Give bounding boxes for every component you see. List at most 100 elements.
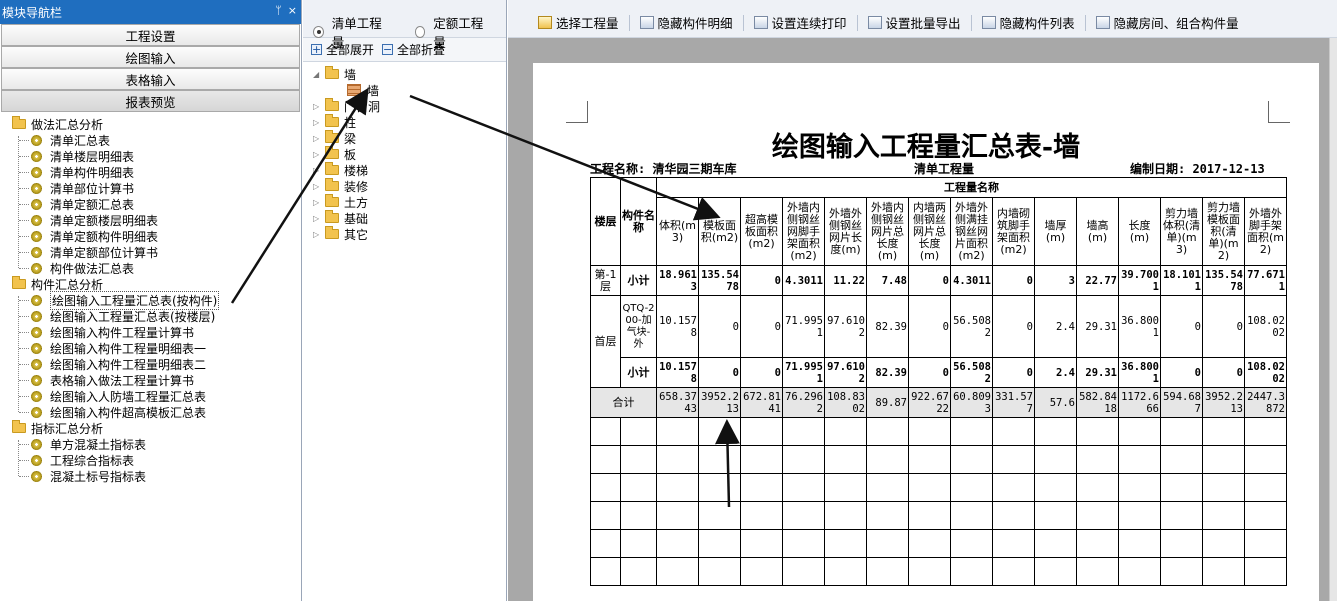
set-batch-export-button[interactable]: 设置批量导出 [867,13,961,32]
empty-cell [1034,417,1077,446]
expanded-arrow-icon[interactable]: ◢ [313,70,323,79]
tree-label: 柱 [344,115,357,130]
tree-node-component[interactable]: ▷ 土方 [303,194,506,210]
quantity-type-bar: 清单工程量 定额工程量 [303,0,506,50]
report-tree-item[interactable]: 清单定额楼层明细表 [0,212,301,228]
tree-node-component[interactable]: ▷ 门窗洞 [303,98,506,114]
col-header-floor: 楼层 [590,177,621,266]
report-tree-item[interactable]: 工程综合指标表 [0,452,301,468]
tree-node-component[interactable]: ▷ 梁 [303,130,506,146]
report-tree-item[interactable]: 清单定额部位计算书 [0,244,301,260]
report-tree-item-label: 混凝土标号指标表 [50,469,147,484]
empty-row [590,501,1287,530]
empty-cell [656,445,699,474]
empty-cell [1202,501,1245,530]
empty-cell [824,529,867,558]
tree-node-wall[interactable]: ◢ 墙 [303,66,506,82]
report-tree-item[interactable]: 清单定额汇总表 [0,196,301,212]
tree-node-component[interactable]: ▷ 其它 [303,226,506,242]
tree-group-header[interactable]: 做法汇总分析 [0,116,301,132]
value-cell: 10.1578 [656,357,699,388]
report-tree-item[interactable]: 单方混凝土指标表 [0,436,301,452]
collapsed-arrow-icon[interactable]: ▷ [313,134,323,143]
folder-icon [325,178,339,191]
report-gear-icon [31,294,42,306]
empty-cell [620,417,657,446]
report-tree-item[interactable]: 表格输入做法工程量计算书 [0,372,301,388]
collapsed-arrow-icon[interactable]: ▷ [313,182,323,191]
empty-cell [908,557,951,586]
report-tree-item[interactable]: 清单定额构件明细表 [0,228,301,244]
empty-cell [1244,417,1287,446]
empty-cell [620,501,657,530]
value-cell: 36.8001 [1118,357,1161,388]
empty-cell [866,557,909,586]
collapsed-arrow-icon[interactable]: ▷ [313,166,323,175]
report-gear-icon [31,326,42,338]
value-cell: 18.1011 [1160,265,1203,296]
report-tree-item[interactable]: 绘图输入工程量汇总表(按构件) [0,290,301,310]
total-value-cell: 108.8302 [824,387,867,418]
toolbar-label: 选择工程量 [556,16,619,31]
hide-component-detail-button[interactable]: 隐藏构件明细 [639,13,733,32]
report-tree-item[interactable]: 绘图输入构件工程量计算书 [0,324,301,340]
select-quantity-button[interactable]: 选择工程量 [538,13,619,32]
tree-connector [19,171,29,173]
tree-node-component[interactable]: ▷ 楼梯 [303,162,506,178]
nav-button-drawing-input[interactable]: 绘图输入 [1,46,300,68]
hide-component-list-button[interactable]: 隐藏构件列表 [981,13,1075,32]
value-cell: 0 [1160,295,1203,358]
collapsed-arrow-icon[interactable]: ▷ [313,230,323,239]
tree-node-component[interactable]: ▷ 柱 [303,114,506,130]
tree-node-component[interactable]: ▷ 装修 [303,178,506,194]
tree-group-header[interactable]: 指标汇总分析 [0,420,301,436]
set-continuous-print-button[interactable]: 设置连续打印 [753,13,847,32]
tree-connector [19,219,29,221]
vertical-scrollbar[interactable] [1329,38,1337,601]
tree-node-component[interactable]: ▷ 板 [303,146,506,162]
folder-icon [325,114,339,127]
name-cell: 小计 [620,357,657,388]
report-tree-item[interactable]: 清单部位计算书 [0,180,301,196]
hide-room-combo-quantity-button[interactable]: 隐藏房间、组合构件量 [1095,13,1239,32]
floor-cell: 首层 [590,295,621,388]
value-cell: 3 [1034,265,1077,296]
report-tree-item[interactable]: 绘图输入人防墙工程量汇总表 [0,388,301,404]
expand-all-button[interactable]: + 全部展开 [311,41,374,58]
nav-button-project-settings[interactable]: 工程设置 [1,24,300,46]
report-tree-item[interactable]: 构件做法汇总表 [0,260,301,276]
empty-cell [992,473,1035,502]
tree-node-wall-child[interactable]: 墙 [303,82,506,98]
collapse-all-button[interactable]: − 全部折叠 [382,41,445,58]
pin-icon[interactable]: ᛘ [275,4,282,18]
report-tree-item[interactable]: 清单汇总表 [0,132,301,148]
collapsed-arrow-icon[interactable]: ▷ [313,118,323,127]
empty-cell [1202,417,1245,446]
collapse-all-label: 全部折叠 [397,43,446,57]
collapsed-arrow-icon[interactable]: ▷ [313,102,323,111]
report-gear-icon [31,406,42,418]
report-tree-item[interactable]: 清单楼层明细表 [0,148,301,164]
collapsed-arrow-icon[interactable]: ▷ [313,150,323,159]
total-value-cell: 89.87 [866,387,909,418]
value-cell: 22.77 [1076,265,1119,296]
report-tree-item[interactable]: 混凝土标号指标表 [0,468,301,484]
report-tree-item-label: 清单楼层明细表 [50,149,135,164]
collapsed-arrow-icon[interactable]: ▷ [313,214,323,223]
col-header: 模板面积(m2) [698,197,741,266]
tree-node-component[interactable]: ▷ 基础 [303,210,506,226]
nav-button-report-preview[interactable]: 报表预览 [1,90,300,112]
folder-icon [12,420,26,433]
total-value-cell: 60.8093 [950,387,993,418]
report-tree-item[interactable]: 绘图输入构件工程量明细表一 [0,340,301,356]
tree-connector [19,139,29,141]
close-icon[interactable]: × [288,4,297,18]
report-tree-item[interactable]: 绘图输入构件超高模板汇总表 [0,404,301,420]
nav-button-table-input[interactable]: 表格输入 [1,68,300,90]
report-tree-item[interactable]: 绘图输入工程量汇总表(按楼层) [0,308,301,324]
collapsed-arrow-icon[interactable]: ▷ [313,198,323,207]
report-tree-item[interactable]: 绘图输入构件工程量明细表二 [0,356,301,372]
col-header: 外墙内侧钢丝网片总长度(m) [866,197,909,266]
empty-cell [740,417,783,446]
report-tree-item[interactable]: 清单构件明细表 [0,164,301,180]
